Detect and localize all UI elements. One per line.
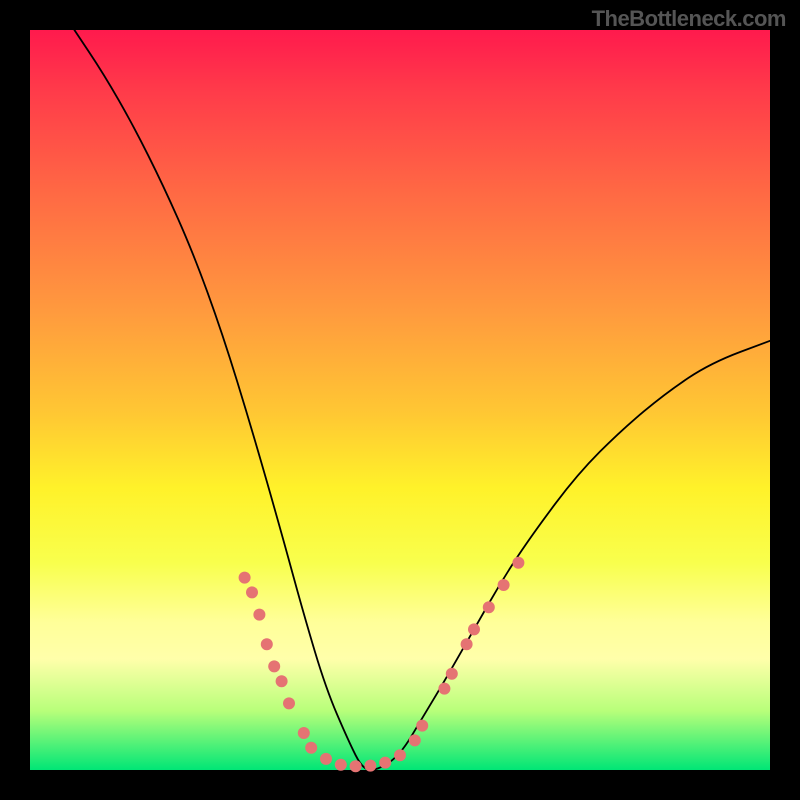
plot-area [30, 30, 770, 770]
chart-stage: TheBottleneck.com [0, 0, 800, 800]
curve-layer [30, 30, 770, 770]
data-point [350, 760, 362, 772]
data-point [268, 660, 280, 672]
data-point [416, 720, 428, 732]
data-point [461, 638, 473, 650]
data-point [379, 757, 391, 769]
data-point [276, 675, 288, 687]
data-point [261, 638, 273, 650]
data-point [438, 683, 450, 695]
data-point [246, 586, 258, 598]
data-point [305, 742, 317, 754]
data-point [409, 734, 421, 746]
watermark-text: TheBottleneck.com [592, 6, 786, 32]
data-points [239, 557, 525, 773]
data-point [483, 601, 495, 613]
data-point [239, 572, 251, 584]
data-point [335, 759, 347, 771]
bottleneck-curve [74, 30, 770, 770]
data-point [283, 697, 295, 709]
data-point [446, 668, 458, 680]
data-point [498, 579, 510, 591]
data-point [394, 749, 406, 761]
data-point [364, 760, 376, 772]
data-point [468, 623, 480, 635]
data-point [253, 609, 265, 621]
data-point [512, 557, 524, 569]
data-point [320, 753, 332, 765]
data-point [298, 727, 310, 739]
